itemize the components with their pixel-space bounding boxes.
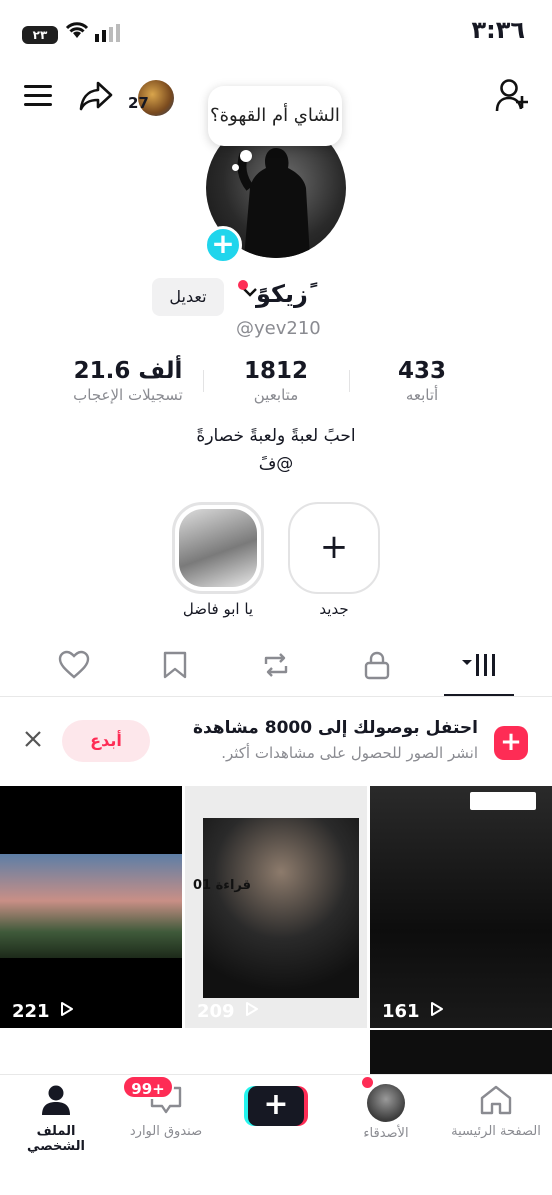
- tab-videos[interactable]: [448, 650, 508, 690]
- bio-line: @فً: [258, 454, 294, 474]
- tab-reposts[interactable]: [246, 650, 306, 690]
- video-thumbnail[interactable]: [370, 1030, 552, 1076]
- friends-notification-dot: [362, 1077, 373, 1088]
- note-bubble-tail: [240, 150, 252, 162]
- new-highlight-label: جديد: [319, 600, 349, 618]
- view-count-value: 221: [12, 1001, 50, 1022]
- view-count-value: 161: [382, 1001, 420, 1022]
- followers-preview-count: 27: [128, 94, 149, 112]
- nav-label: الملف الشخصي: [27, 1124, 85, 1154]
- banner-subtitle: انشر الصور للحصول على مشاهدات أكثر.: [221, 744, 478, 762]
- friends-avatar: [367, 1084, 405, 1122]
- view-count-value: 209: [197, 1001, 235, 1022]
- tabs-divider: [0, 696, 552, 697]
- stat-value: 433: [397, 358, 446, 384]
- tab-private[interactable]: [347, 650, 407, 690]
- plus-icon: +: [248, 1086, 304, 1126]
- nav-label: صندوق الوارد: [129, 1124, 203, 1139]
- nav-label: الأصدقاء: [363, 1126, 409, 1141]
- profile-name[interactable]: ًزيكوً: [256, 280, 308, 308]
- video-thumbnail[interactable]: قراءة 01 209: [185, 786, 367, 1028]
- story-highlight-label: يا ابو فاضل: [182, 600, 254, 618]
- create-post-button[interactable]: +: [244, 1086, 308, 1126]
- stat-likes[interactable]: 21.6 ألف تسجيلات الإعجاب: [58, 358, 198, 404]
- menu-icon[interactable]: [24, 84, 54, 112]
- sticker-label: [470, 792, 536, 810]
- video-thumbnail[interactable]: 161: [370, 786, 552, 1028]
- stat-label: تسجيلات الإعجاب: [73, 386, 183, 404]
- edit-profile-button[interactable]: تعديل: [152, 278, 224, 316]
- inbox-badge: 99+: [122, 1075, 174, 1099]
- profile-icon: [42, 1085, 70, 1115]
- video-overlay-text: قراءة 01: [193, 878, 251, 893]
- story-highlight[interactable]: [172, 502, 264, 594]
- stat-value: 21.6 ألف: [73, 358, 183, 384]
- milestone-icon: +: [494, 726, 528, 760]
- stat-divider: [203, 370, 204, 392]
- view-count: 221: [12, 1001, 74, 1022]
- story-highlight-thumbnail: [179, 509, 257, 587]
- nav-friends[interactable]: الأصدقاء: [336, 1084, 436, 1141]
- nav-label: الصفحة الرئيسية: [451, 1124, 541, 1139]
- stat-following[interactable]: 433 أتابعه: [352, 358, 492, 404]
- tab-liked[interactable]: [44, 650, 104, 690]
- video-thumbnail-image: [0, 854, 182, 958]
- new-highlight-button[interactable]: +: [288, 502, 380, 594]
- battery-icon: ٢٣: [22, 26, 58, 44]
- stat-divider: [349, 370, 350, 392]
- add-friend-icon[interactable]: [494, 78, 532, 118]
- nav-profile[interactable]: الملف الشخصي: [6, 1084, 106, 1154]
- create-button[interactable]: أبدع: [62, 720, 150, 762]
- view-count: 161: [382, 1001, 444, 1022]
- status-time: ٣:٣٦: [471, 16, 525, 44]
- home-icon: [480, 1085, 512, 1115]
- nav-home[interactable]: الصفحة الرئيسية: [446, 1084, 546, 1139]
- tab-favorites[interactable]: [145, 650, 205, 690]
- profile-note-bubble[interactable]: الشاي أم القهوة؟: [208, 86, 342, 146]
- bio-line: احبً لعبةً ولعبةً خصارةً: [196, 426, 356, 446]
- stat-label: أتابعه: [405, 386, 439, 404]
- video-thumbnail[interactable]: 221: [0, 786, 182, 1028]
- add-story-button[interactable]: +: [204, 226, 242, 264]
- close-icon[interactable]: [22, 728, 44, 756]
- share-icon[interactable]: [78, 80, 114, 116]
- banner-title: احتفل بوصولك إلى 8000 مشاهدة: [192, 718, 478, 738]
- stat-label: متابعين: [253, 386, 299, 404]
- notification-dot: [238, 280, 248, 290]
- stat-followers[interactable]: 1812 متابعين: [206, 358, 346, 404]
- username: @yev210: [236, 318, 321, 339]
- wifi-icon: [64, 20, 90, 44]
- stat-value: 1812: [243, 358, 308, 384]
- note-bubble-tail-small: [232, 164, 239, 171]
- view-count: 209: [197, 1001, 259, 1022]
- video-thumbnail-image: [203, 818, 359, 998]
- signal-icon: [95, 24, 121, 46]
- profile-bio: احبً لعبةً ولعبةً خصارةً @فً: [100, 422, 452, 478]
